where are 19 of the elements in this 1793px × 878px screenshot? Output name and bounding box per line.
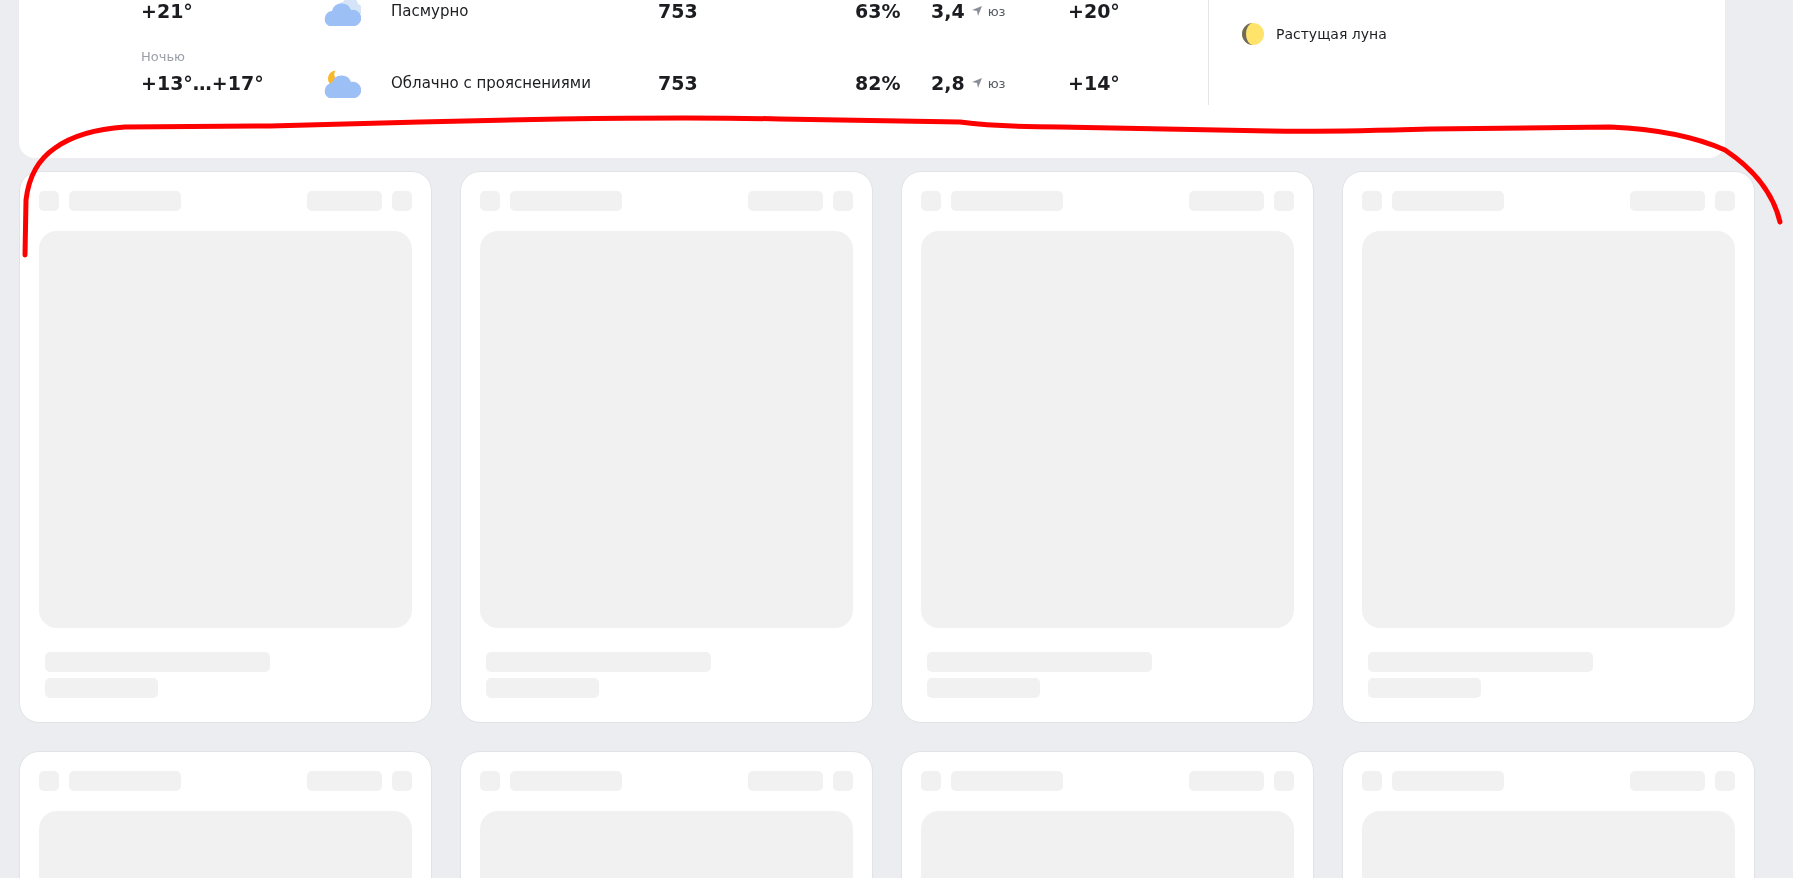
wind-direction: юз	[987, 75, 1006, 91]
pressure-value: 753	[658, 72, 699, 94]
wind-speed: 3,4	[931, 0, 965, 22]
temperature: +13°…+17°	[141, 72, 265, 94]
feels-like-temperature: +20°	[1068, 0, 1120, 22]
temperature: +21°	[141, 0, 194, 22]
pressure-value: 753	[658, 0, 699, 22]
wind-direction: юз	[987, 3, 1006, 19]
humidity-value: 82%	[855, 72, 902, 94]
wind-speed: 2,8	[931, 72, 965, 94]
feels-like-temperature: +14°	[1068, 72, 1120, 94]
wind-arrow-icon	[970, 77, 983, 89]
condition-text: Облачно с прояснениями	[391, 74, 592, 92]
condition-text: Пасмурно	[391, 2, 470, 20]
moon-phase-text: Растущая луна	[1276, 26, 1387, 42]
humidity-value: 63%	[855, 0, 902, 22]
period-label: Ночью	[141, 49, 186, 65]
wind-arrow-icon	[970, 5, 983, 17]
moon-phase-icon	[1241, 22, 1265, 46]
